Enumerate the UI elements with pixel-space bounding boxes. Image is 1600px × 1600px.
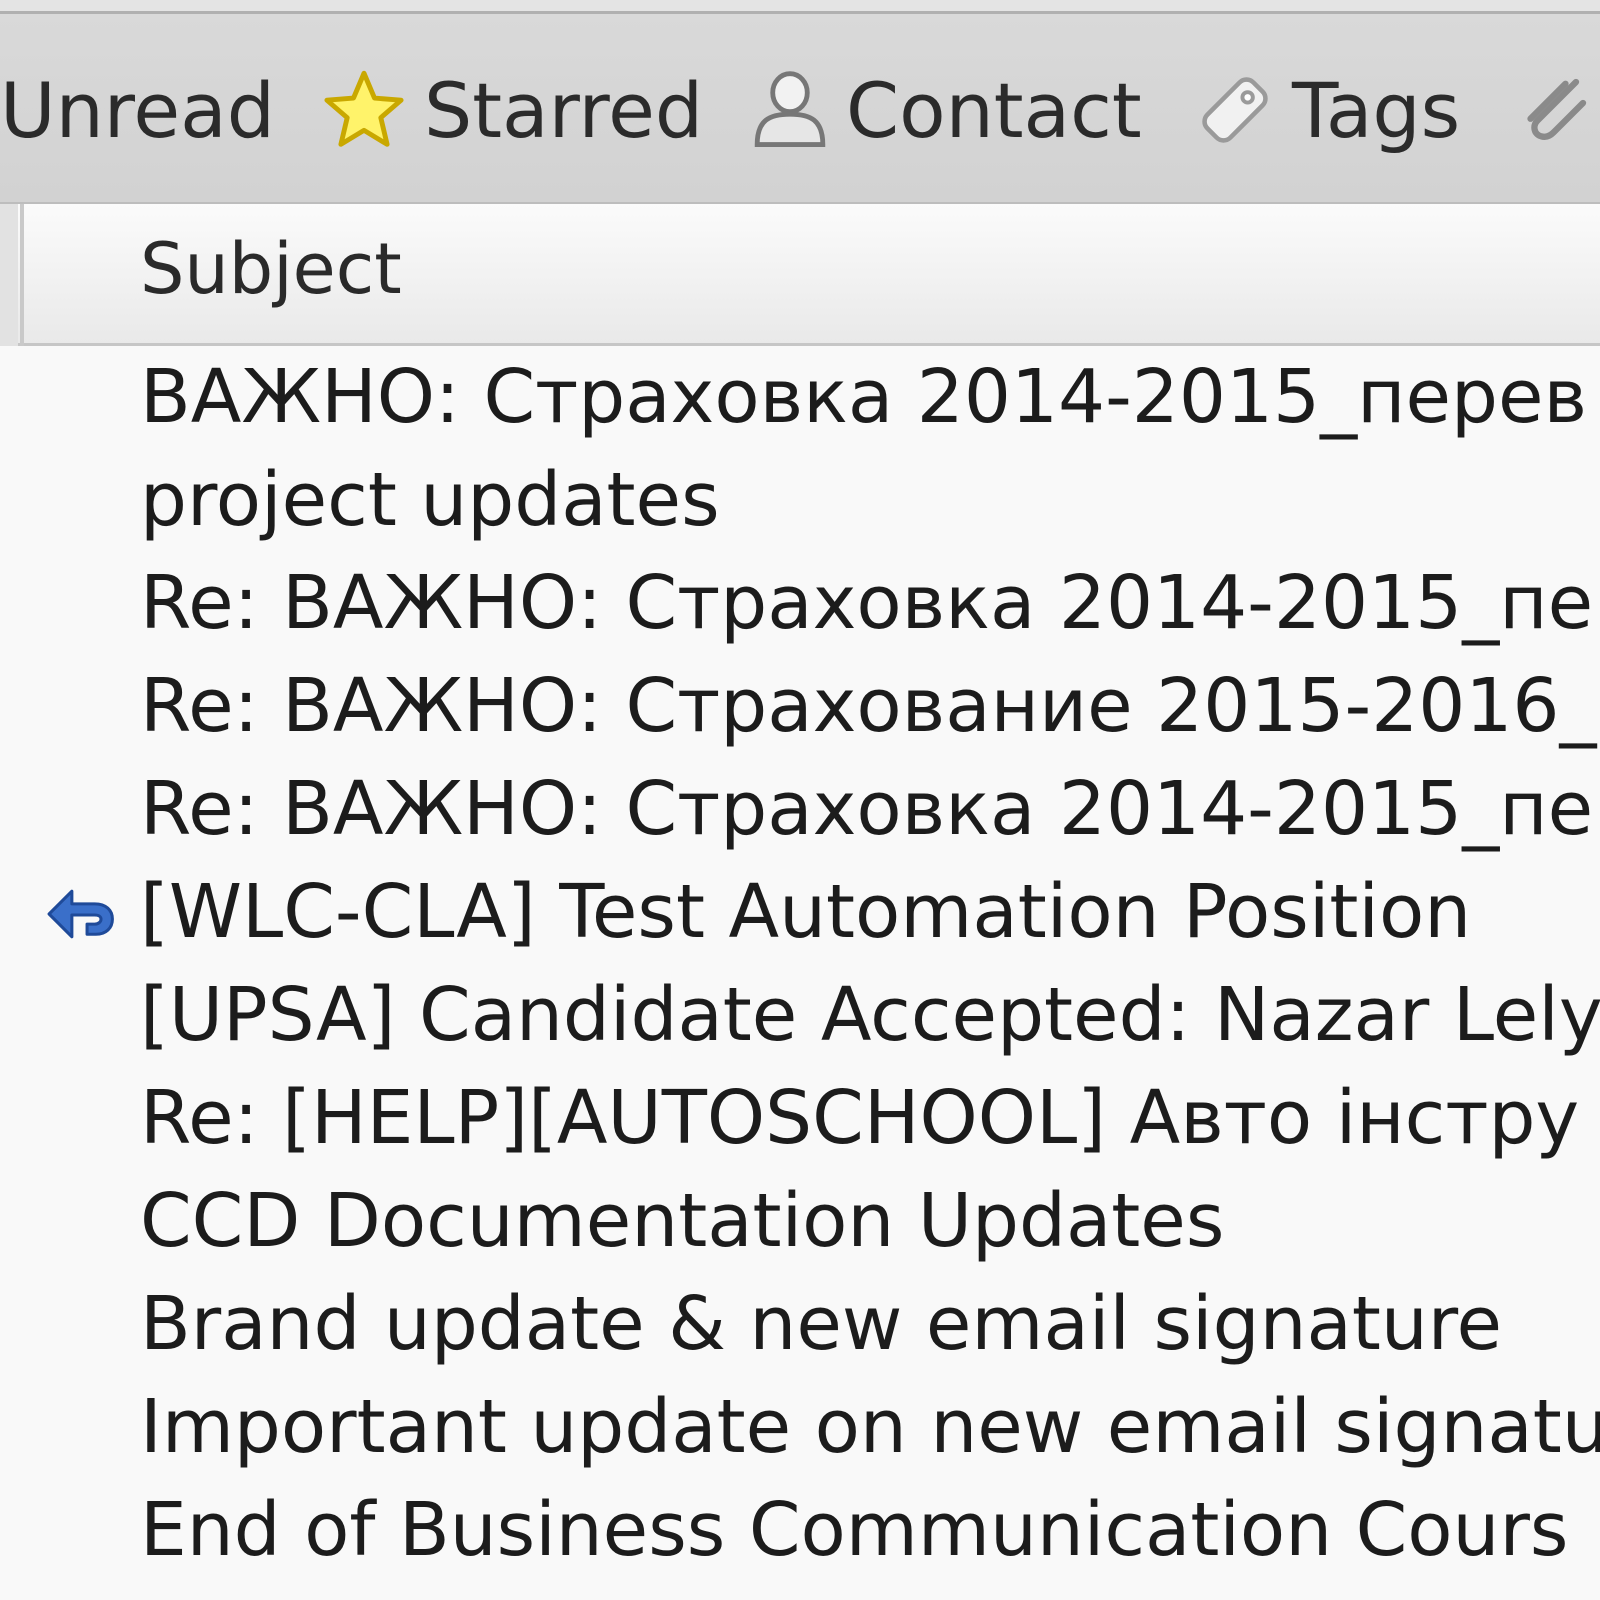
- subject-column-header[interactable]: Subject: [140, 228, 402, 310]
- filter-starred-label: Starred: [424, 65, 704, 155]
- message-subject: Re: ВАЖНО: Страховка 2014-2015_пе: [140, 560, 1594, 646]
- replied-arrow-icon: [44, 883, 120, 945]
- message-row[interactable]: Re: ВАЖНО: Страхование 2015-2016_: [0, 655, 1600, 758]
- message-row[interactable]: ВАЖНО: Страховка 2014-2015_перев: [0, 346, 1600, 449]
- message-subject: ВАЖНО: Страховка 2014-2015_перев: [140, 354, 1588, 440]
- message-row[interactable]: [UPSA] Candidate Accepted: Nazar Lely: [0, 964, 1600, 1067]
- message-row[interactable]: [WLC-CLA] Test Automation Position: [0, 861, 1600, 964]
- person-icon: [752, 68, 828, 152]
- filter-contact-label: Contact: [846, 65, 1142, 155]
- paperclip-icon: [1510, 68, 1600, 152]
- message-subject: Re: ВАЖНО: Страхование 2015-2016_: [140, 663, 1597, 749]
- message-subject: [UPSA] Candidate Accepted: Nazar Lely: [140, 972, 1600, 1058]
- message-subject: project updates: [140, 457, 720, 543]
- message-row[interactable]: Re: [HELP][AUTOSCHOOL] Авто інстру: [0, 1067, 1600, 1170]
- message-row[interactable]: project updates: [0, 449, 1600, 552]
- message-subject: Re: [HELP][AUTOSCHOOL] Авто інстру: [140, 1075, 1580, 1161]
- filter-unread-button[interactable]: Unread: [0, 60, 275, 160]
- filter-contact-button[interactable]: Contact: [752, 60, 1142, 160]
- message-row[interactable]: Re: ВАЖНО: Страховка 2014-2015_пе: [0, 552, 1600, 655]
- message-row[interactable]: Re: ВАЖНО: Страховка 2014-2015_пе: [0, 758, 1600, 861]
- tag-icon: [1196, 68, 1274, 152]
- window-top-edge: [0, 0, 1600, 14]
- message-subject: Brand update & new email signature: [140, 1281, 1503, 1367]
- filter-starred-button[interactable]: Starred: [322, 60, 703, 160]
- message-row[interactable]: Important update on new email signatu: [0, 1376, 1600, 1479]
- message-subject: Important update on new email signatu: [140, 1384, 1600, 1470]
- message-row[interactable]: CCD Documentation Updates: [0, 1170, 1600, 1273]
- message-row[interactable]: End of Business Communication Cours: [0, 1479, 1600, 1582]
- message-subject: [WLC-CLA] Test Automation Position: [140, 869, 1472, 955]
- quick-filter-bar: Unread Starred Contact Tags: [0, 14, 1600, 204]
- message-list-column-header: Subject: [0, 204, 1600, 346]
- filter-unread-label: Unread: [0, 65, 275, 155]
- message-row[interactable]: Brand update & new email signature: [0, 1273, 1600, 1376]
- message-subject: End of Business Communication Cours: [140, 1487, 1569, 1573]
- message-subject: CCD Documentation Updates: [140, 1178, 1225, 1264]
- mail-client-window: Unread Starred Contact Tags Subject ВАЖН…: [0, 0, 1600, 1600]
- filter-tags-button[interactable]: Tags: [1196, 60, 1460, 160]
- filter-tags-label: Tags: [1292, 65, 1461, 155]
- filter-attachment-button[interactable]: [1510, 60, 1600, 160]
- column-resize-handle[interactable]: [20, 204, 24, 346]
- star-icon: [322, 68, 406, 152]
- column-left-cell[interactable]: [0, 204, 18, 346]
- message-subject: Re: ВАЖНО: Страховка 2014-2015_пе: [140, 766, 1594, 852]
- message-list: ВАЖНО: Страховка 2014-2015_перевproject …: [0, 346, 1600, 1600]
